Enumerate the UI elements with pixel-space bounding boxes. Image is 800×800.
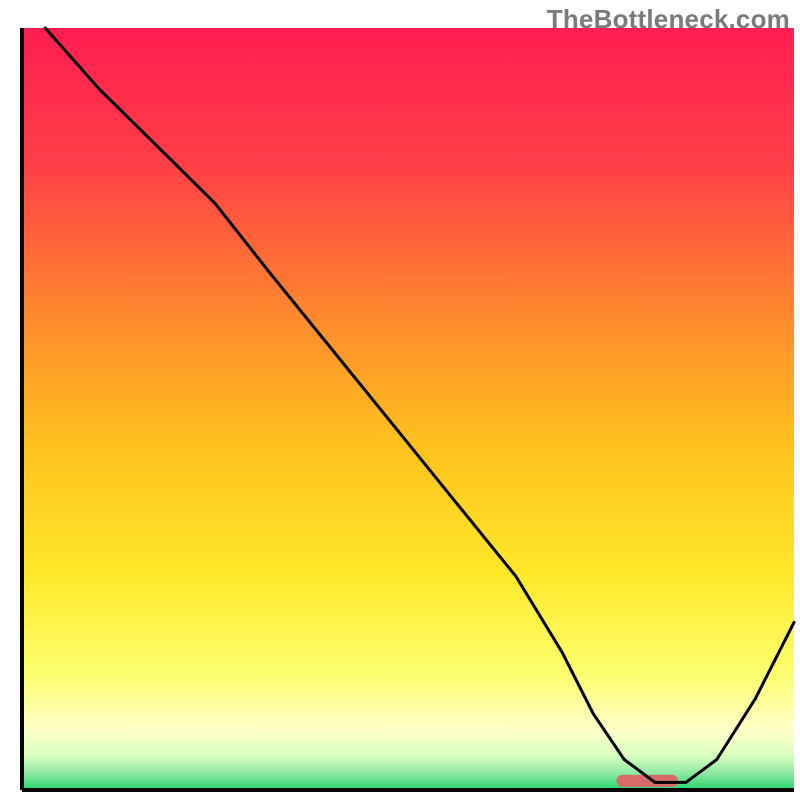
bottleneck-chart	[0, 0, 800, 800]
plot-background	[22, 28, 794, 790]
chart-container: TheBottleneck.com	[0, 0, 800, 800]
